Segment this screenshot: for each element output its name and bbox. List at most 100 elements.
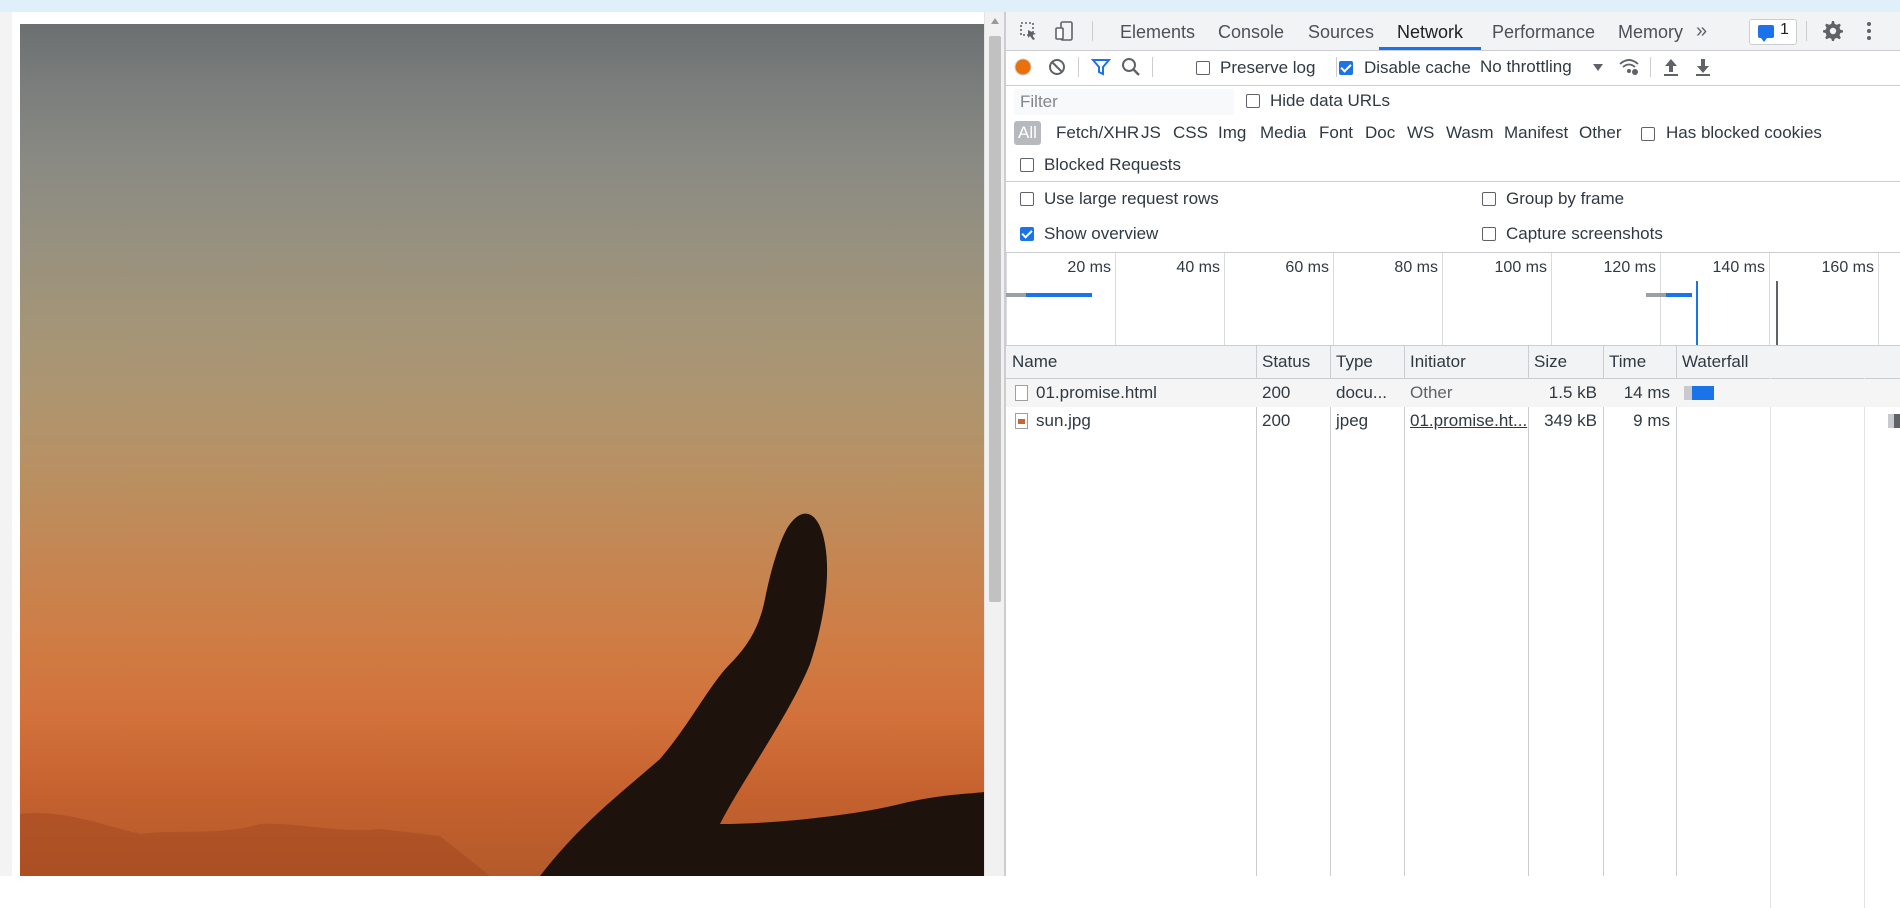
issues-counter-button[interactable]: 1 [1749,19,1797,45]
overview-gridline [1224,253,1225,345]
dom-content-loaded-marker [1696,281,1698,345]
waterfall-gridline [1864,378,1865,908]
tab-sources[interactable]: Sources [1306,12,1376,50]
request-type: docu... [1336,383,1388,402]
type-filter-all[interactable]: All [1014,121,1041,145]
devtools-panel: Elements Console Sources Network Perform… [1004,12,1900,908]
page-scrollbar[interactable] [984,12,1005,876]
overview-bar-image [1666,293,1692,297]
issues-count: 1 [1780,21,1789,38]
settings-gear-icon[interactable] [1822,20,1844,42]
overview-gridline [1660,253,1661,345]
blocked-requests-checkbox[interactable] [1020,158,1034,172]
type-filter-media[interactable]: Media [1260,123,1306,143]
page-content [0,12,1005,876]
overview-bar-waiting [1006,293,1026,297]
overview-tick-label: 160 ms [1821,259,1874,276]
tab-network[interactable]: Network [1378,12,1482,50]
device-toolbar-icon[interactable] [1054,20,1076,42]
overview-gridline [1333,253,1334,345]
search-icon[interactable] [1120,56,1142,78]
record-icon[interactable] [1012,56,1034,78]
preserve-log-label: Preserve log [1220,58,1316,77]
column-header-type[interactable]: Type [1330,346,1404,378]
request-initiator: Other [1410,383,1453,402]
capture-screenshots-checkbox[interactable] [1482,227,1496,241]
column-header-name[interactable]: Name [1006,346,1256,378]
scroll-up-arrow-icon[interactable] [991,18,999,24]
request-name[interactable]: 01.promise.html [1030,379,1256,407]
type-filter-wasm[interactable]: Wasm [1446,123,1494,143]
overview-gridline [1006,253,1007,345]
column-header-initiator[interactable]: Initiator [1404,346,1528,378]
type-filter-js[interactable]: JS [1141,123,1161,143]
type-filter-doc[interactable]: Doc [1365,123,1395,143]
document-icon [1015,385,1028,401]
chevron-down-icon[interactable] [1593,64,1603,71]
blocked-requests-label: Blocked Requests [1044,155,1182,174]
type-filter-css[interactable]: CSS [1173,123,1208,143]
use-large-rows-checkbox[interactable] [1020,192,1034,206]
tab-elements[interactable]: Elements [1118,12,1197,50]
request-time: 14 ms [1623,383,1670,402]
column-header-waterfall[interactable]: Waterfall [1676,346,1900,378]
issues-message-icon [1758,25,1774,42]
disable-cache-label: Disable cache [1364,58,1471,77]
column-header-time[interactable]: Time [1603,346,1676,378]
column-header-status[interactable]: Status [1256,346,1330,378]
type-filter-other[interactable]: Other [1579,123,1622,143]
export-har-icon[interactable] [1692,56,1714,78]
page-scrollbar-thumb[interactable] [989,36,1001,602]
requests-table-header: Name Status Type Initiator Size Time Wat… [1006,346,1900,379]
more-tabs-button[interactable]: » [1696,12,1707,50]
import-har-icon[interactable] [1660,56,1682,78]
overview-tick-label: 100 ms [1494,259,1547,276]
requests-table: Name Status Type Initiator Size Time Wat… [1006,346,1900,908]
network-overview[interactable]: 20 ms 40 ms 60 ms 80 ms 100 ms 120 ms 14… [1006,253,1900,346]
overview-tick-label: 120 ms [1603,259,1656,276]
tab-console[interactable]: Console [1216,12,1286,50]
tab-performance[interactable]: Performance [1490,12,1597,50]
type-filter-ws[interactable]: WS [1407,123,1434,143]
clear-icon[interactable] [1046,56,1068,78]
disable-cache-checkbox[interactable] [1339,61,1353,75]
column-header-size[interactable]: Size [1528,346,1603,378]
network-conditions-icon[interactable] [1618,56,1640,78]
waterfall-bar-download [1894,414,1900,428]
type-filter-img[interactable]: Img [1218,123,1246,143]
tab-memory[interactable]: Memory [1616,12,1685,50]
has-blocked-cookies-checkbox[interactable] [1641,127,1655,141]
overview-gridline [1115,253,1116,345]
hide-data-urls-checkbox[interactable] [1246,94,1260,108]
image-icon [1015,413,1028,429]
inspect-element-icon[interactable] [1018,20,1040,42]
filter-input[interactable] [1014,89,1234,115]
overview-tick-label: 80 ms [1394,259,1438,276]
page-left-gutter [0,12,12,876]
overview-gridline [1878,253,1879,345]
more-options-kebab-icon[interactable] [1858,20,1880,42]
group-by-frame-checkbox[interactable] [1482,192,1496,206]
sunset-photo [20,24,984,876]
silhouette-shape [20,513,984,876]
toolbar-separator [1152,57,1153,77]
request-size: 1.5 kB [1548,383,1597,402]
request-type: jpeg [1336,411,1369,430]
show-overview-checkbox[interactable] [1020,227,1034,241]
hide-data-urls-label: Hide data URLs [1270,91,1391,110]
request-size: 349 kB [1544,411,1597,430]
throttling-select[interactable]: No throttling [1480,57,1572,77]
request-name[interactable]: sun.jpg [1030,407,1256,435]
overview-tick-label: 40 ms [1176,259,1220,276]
type-filter-font[interactable]: Font [1319,123,1353,143]
devtools-tab-bar: Elements Console Sources Network Perform… [1006,12,1900,51]
filter-funnel-icon[interactable] [1090,56,1112,78]
preserve-log-checkbox[interactable] [1196,61,1210,75]
type-filter-fetch-xhr[interactable]: Fetch/XHR [1056,123,1139,143]
network-settings-pane: Use large request rows Group by frame Sh… [1006,182,1900,253]
table-row[interactable]: sun.jpg 200 jpeg 01.promise.ht... 349 kB… [1006,407,1900,435]
request-initiator-link[interactable]: 01.promise.ht... [1404,407,1528,435]
table-row[interactable]: 01.promise.html 200 docu... Other 1.5 kB… [1006,379,1900,407]
type-filter-manifest[interactable]: Manifest [1504,123,1568,143]
group-by-frame-label: Group by frame [1506,189,1625,208]
